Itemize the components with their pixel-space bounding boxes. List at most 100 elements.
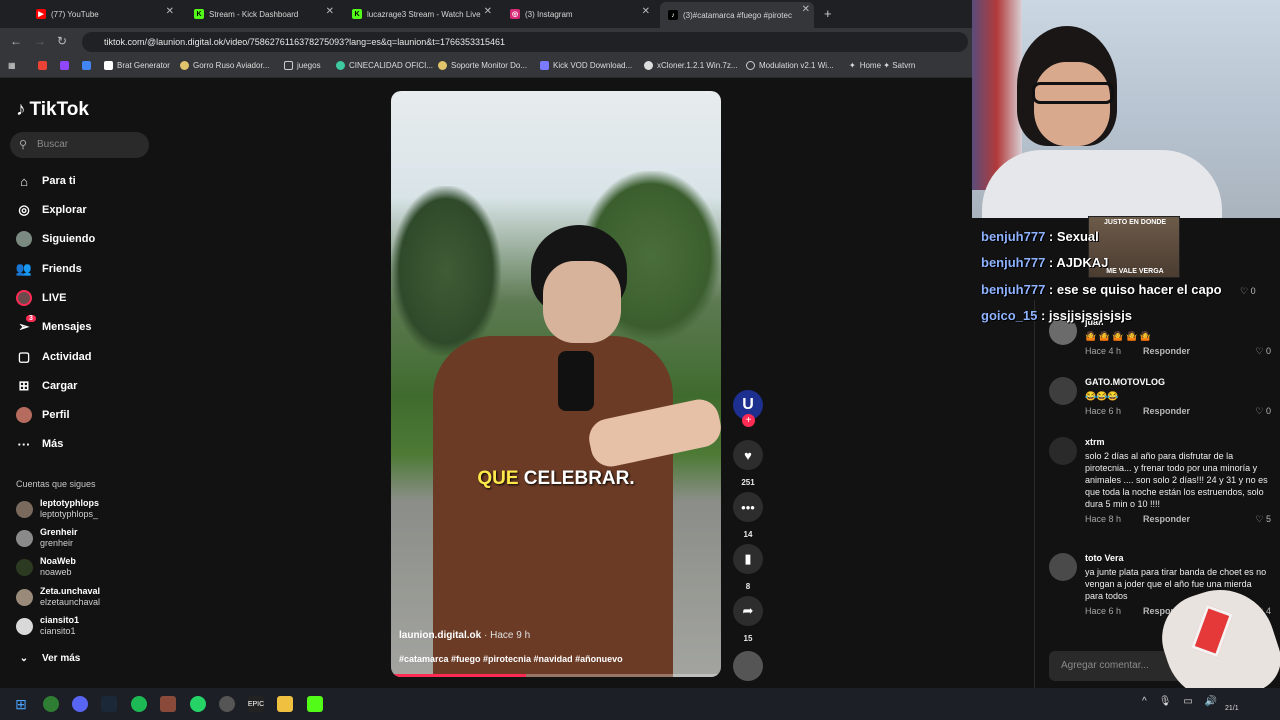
followed-account[interactable]: Zeta.unchaval elzetaunchaval xyxy=(16,586,100,608)
comment-like-button[interactable]: ♡ 0 xyxy=(1255,406,1271,417)
back-icon[interactable]: ← xyxy=(10,34,22,48)
reply-button[interactable]: Responder xyxy=(1143,406,1190,416)
nav-perfil[interactable]: Perfil xyxy=(16,407,70,423)
avatar[interactable] xyxy=(1049,553,1077,581)
chrome-icon[interactable] xyxy=(43,696,59,712)
gmail-icon[interactable] xyxy=(38,61,47,70)
discord-icon[interactable] xyxy=(72,696,88,712)
nav-friends[interactable]: 👥 Friends xyxy=(16,261,82,277)
followed-account[interactable]: ciansito1 ciansito1 xyxy=(16,615,79,637)
webcam-scene xyxy=(1034,62,1110,146)
followed-account[interactable]: leptotyphlops leptotyphlops_ xyxy=(16,498,99,520)
bookmark-xcloner[interactable]: xCloner.1.2.1 Win.7z... xyxy=(644,61,737,70)
activity-icon: ▢ xyxy=(17,349,31,364)
followed-account[interactable]: NoaWeb noaweb xyxy=(16,556,76,578)
taskbar-clock[interactable]: 21/1 xyxy=(1225,705,1239,712)
like-button[interactable]: ♥ 251 xyxy=(733,440,763,487)
nav-siguiendo[interactable]: Siguiendo xyxy=(16,231,95,247)
nav-actividad[interactable]: ▢ Actividad xyxy=(16,349,92,365)
forward-icon[interactable]: → xyxy=(34,34,46,48)
chat-text: : jssjjsjssjsjsjs xyxy=(1037,308,1133,323)
subtitle-highlight: QUE xyxy=(477,468,519,489)
account-handle: leptotyphlops_ xyxy=(40,509,99,519)
chat-user: benjuh777 xyxy=(981,229,1046,244)
bookmark-modulation[interactable]: Modulation v2.1 Wi... xyxy=(746,61,834,70)
music-disc-button[interactable] xyxy=(733,651,763,681)
close-icon[interactable]: ✕ xyxy=(802,4,810,15)
apps-icon[interactable]: ▦ xyxy=(8,61,16,70)
followed-account[interactable]: Grenheir grenheir xyxy=(16,527,78,549)
volume-icon[interactable]: 🔊 xyxy=(1205,696,1217,707)
avatar[interactable] xyxy=(1049,377,1077,405)
close-icon[interactable]: ✕ xyxy=(326,6,334,17)
nav-explorar[interactable]: ◎ Explorar xyxy=(16,202,86,218)
microphone-icon[interactable]: 🎙 xyxy=(1159,696,1172,707)
comment-user[interactable]: GATO.MOTOVLOG xyxy=(1085,377,1271,387)
video-progress-bar[interactable] xyxy=(391,674,721,677)
star-icon: ✦ xyxy=(849,61,856,70)
comment-user[interactable]: xtrm xyxy=(1085,437,1271,447)
comment-user[interactable]: toto Vera xyxy=(1085,553,1271,563)
comment-like-button[interactable]: ♡ 0 xyxy=(1255,346,1271,357)
bookmark-brat[interactable]: Brat Generator xyxy=(104,61,170,70)
whatsapp-icon[interactable] xyxy=(190,696,206,712)
nav-mas[interactable]: ··· Más xyxy=(16,436,64,452)
nav-para-ti[interactable]: ⌂ Para ti xyxy=(16,173,76,189)
network-icon[interactable]: ▭ xyxy=(1183,696,1192,707)
epic-games-icon[interactable]: EPIC xyxy=(248,696,264,712)
comment-like-button[interactable]: ♡ 5 xyxy=(1255,514,1271,525)
tab-kick-dashboard[interactable]: K Stream - Kick Dashboard ✕ xyxy=(186,4,338,24)
reload-icon[interactable]: ↻ xyxy=(57,34,67,48)
bookmark-kick-vod[interactable]: Kick VOD Download... xyxy=(540,61,632,70)
tab-instagram[interactable]: ◎ (3) Instagram ✕ xyxy=(502,4,654,24)
share-count: 15 xyxy=(743,634,753,643)
bookmark-label: Brat Generator xyxy=(117,61,170,70)
creator-avatar-button[interactable]: U + xyxy=(733,390,763,427)
close-icon[interactable]: ✕ xyxy=(484,6,492,17)
comment-count: 14 xyxy=(743,530,753,539)
kick-icon[interactable] xyxy=(307,696,323,712)
share-button[interactable]: ➦ 15 xyxy=(733,596,763,643)
heart-outline-icon: ♡ xyxy=(1255,346,1266,356)
video-hashtags[interactable]: #catamarca #fuego #pirotecnia #navidad #… xyxy=(399,654,623,664)
comment-button[interactable]: ••• 14 xyxy=(733,492,763,539)
nav-mensajes[interactable]: ➢ 3 Mensajes xyxy=(16,315,92,335)
tab-youtube[interactable]: ▶ (77) YouTube ✕ xyxy=(28,4,178,24)
steam-icon[interactable] xyxy=(101,696,117,712)
close-icon[interactable]: ✕ xyxy=(166,6,174,17)
save-button[interactable]: ▮ 8 xyxy=(733,544,763,591)
chevron-up-icon[interactable]: ^ xyxy=(1142,696,1147,707)
twitch-icon[interactable] xyxy=(60,61,69,70)
app-icon[interactable] xyxy=(219,696,235,712)
bookmark-soporte[interactable]: Soporte Monitor Do... xyxy=(438,61,527,70)
folder-icon[interactable] xyxy=(277,696,293,712)
url-input[interactable]: tiktok.com/@launion.digital.ok/video/758… xyxy=(82,32,968,52)
nav-live[interactable]: LIVE xyxy=(16,290,66,306)
reply-button[interactable]: Responder xyxy=(1143,346,1190,356)
video-author[interactable]: launion.digital.ok xyxy=(399,630,481,641)
follow-plus-icon[interactable]: + xyxy=(742,414,755,427)
windows-start-icon[interactable]: ⊞ xyxy=(13,696,29,712)
video-time: · Hace 9 h xyxy=(481,630,531,641)
bookmark-gorro[interactable]: Gorro Ruso Aviador... xyxy=(180,61,269,70)
tiktok-logo[interactable]: ♪ TikTok xyxy=(16,99,89,121)
reply-button[interactable]: Responder xyxy=(1143,514,1190,524)
video-player[interactable]: QUE CELEBRAR. launion.digital.ok · Hace … xyxy=(391,91,721,677)
heart-icon: ♥ xyxy=(733,440,763,470)
app-icon[interactable] xyxy=(160,696,176,712)
tab-kick-stream[interactable]: K lucazrage3 Stream - Watch Live ✕ xyxy=(344,4,496,24)
tab-tiktok[interactable]: ♪ (3)#catamarca #fuego #pirotec ✕ xyxy=(660,2,814,28)
bookmark-cinecalidad[interactable]: CINECALIDAD OFICI... xyxy=(336,61,433,70)
new-tab-button[interactable]: + xyxy=(824,6,832,21)
bookmark-juegos[interactable]: juegos xyxy=(284,61,321,70)
avatar[interactable] xyxy=(1049,437,1077,465)
search-input[interactable]: ⚲ Buscar xyxy=(10,132,149,158)
see-more-link[interactable]: ⌄ Ver más xyxy=(16,650,81,666)
nav-cargar[interactable]: ⊞ Cargar xyxy=(16,378,78,394)
drive-icon[interactable] xyxy=(82,61,91,70)
comment-text: 🤷 🤷 🤷 🤷 🤷 xyxy=(1085,331,1152,341)
instagram-icon: ◎ xyxy=(510,9,520,19)
spotify-icon[interactable] xyxy=(131,696,147,712)
bookmark-satvrn[interactable]: ✦ Home ✦ Satvrn xyxy=(849,61,915,70)
close-icon[interactable]: ✕ xyxy=(642,6,650,17)
